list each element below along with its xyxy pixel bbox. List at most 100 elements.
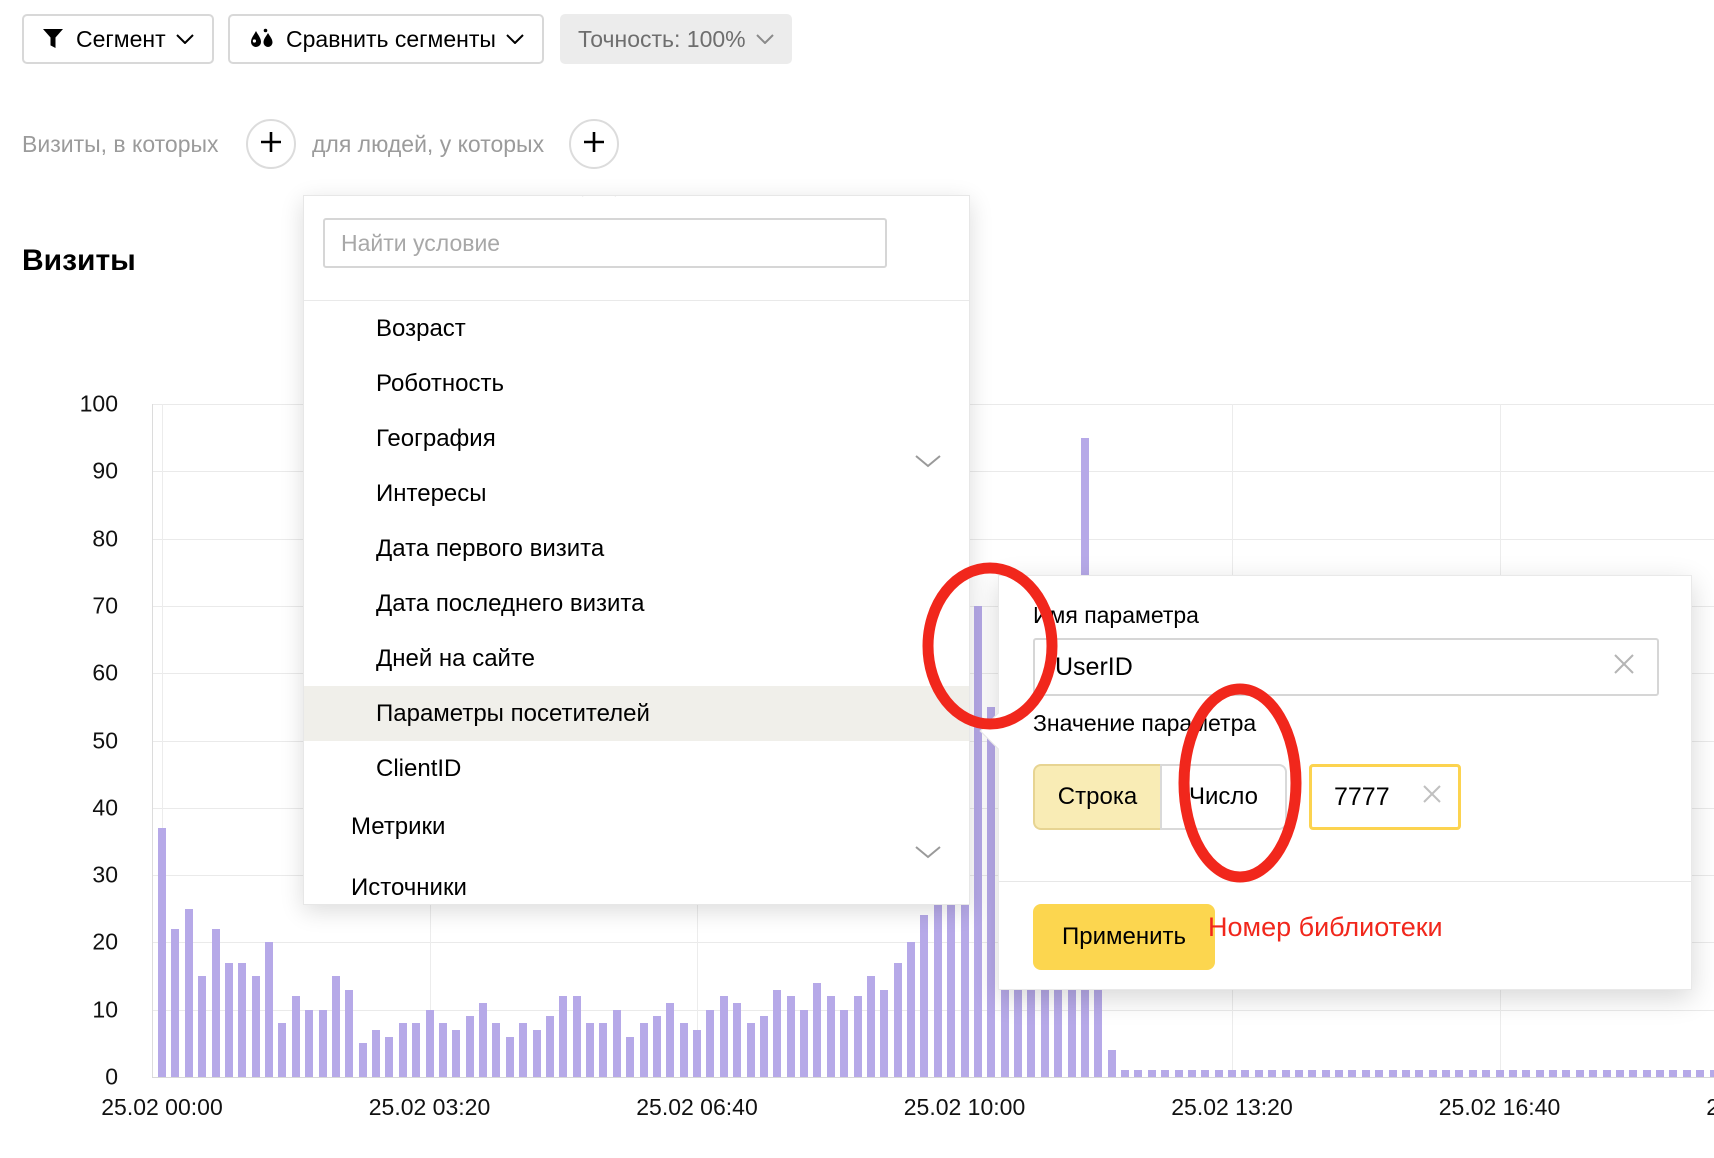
chart-bar[interactable] bbox=[693, 1030, 701, 1077]
chart-bar[interactable] bbox=[466, 1016, 474, 1077]
chart-bar[interactable] bbox=[1134, 1070, 1142, 1077]
chart-bar[interactable] bbox=[974, 606, 982, 1077]
chart-bar[interactable] bbox=[706, 1010, 714, 1077]
chart-bar[interactable] bbox=[559, 996, 567, 1077]
menu-item-days-on-site[interactable]: Дней на сайте bbox=[304, 631, 969, 686]
chart-bar[interactable] bbox=[1282, 1070, 1290, 1077]
menu-item-first-visit-date[interactable]: Дата первого визита bbox=[304, 521, 969, 576]
menu-section-sources[interactable]: Источники bbox=[304, 857, 969, 905]
chart-bar[interactable] bbox=[1469, 1070, 1477, 1077]
chart-bar[interactable] bbox=[225, 963, 233, 1077]
type-option-number[interactable]: Число bbox=[1160, 764, 1287, 830]
chart-bar[interactable] bbox=[1482, 1070, 1490, 1077]
chart-bar[interactable] bbox=[773, 990, 781, 1077]
menu-item-geography[interactable]: География bbox=[304, 411, 969, 466]
chart-bar[interactable] bbox=[1429, 1070, 1437, 1077]
chart-bar[interactable] bbox=[1161, 1070, 1169, 1077]
chart-bar[interactable] bbox=[1562, 1070, 1570, 1077]
chart-bar[interactable] bbox=[1335, 1070, 1343, 1077]
menu-item-age[interactable]: Возраст bbox=[304, 301, 969, 356]
chart-bar[interactable] bbox=[1509, 1070, 1517, 1077]
chart-bar[interactable] bbox=[1228, 1070, 1236, 1077]
chart-bar[interactable] bbox=[1603, 1070, 1611, 1077]
chart-bar[interactable] bbox=[319, 1010, 327, 1077]
chart-bar[interactable] bbox=[1442, 1070, 1450, 1077]
chart-bar[interactable] bbox=[934, 902, 942, 1077]
chart-bar[interactable] bbox=[546, 1016, 554, 1077]
chart-bar[interactable] bbox=[1616, 1070, 1624, 1077]
chart-bar[interactable] bbox=[840, 1010, 848, 1077]
menu-item-last-visit-date[interactable]: Дата последнего визита bbox=[304, 576, 969, 631]
chart-bar[interactable] bbox=[1696, 1070, 1704, 1077]
menu-item-robots[interactable]: Роботность bbox=[304, 356, 969, 411]
chart-bar[interactable] bbox=[1215, 1070, 1223, 1077]
chart-bar[interactable] bbox=[1308, 1070, 1316, 1077]
chart-bar[interactable] bbox=[1389, 1070, 1397, 1077]
chart-bar[interactable] bbox=[238, 963, 246, 1077]
chart-bar[interactable] bbox=[1589, 1070, 1597, 1077]
chart-bar[interactable] bbox=[1175, 1070, 1183, 1077]
chart-bar[interactable] bbox=[265, 942, 273, 1077]
chart-bar[interactable] bbox=[880, 990, 888, 1077]
chart-bar[interactable] bbox=[987, 707, 995, 1077]
chart-bar[interactable] bbox=[680, 1023, 688, 1077]
param-value-input[interactable]: 7777 bbox=[1309, 764, 1461, 830]
chart-bar[interactable] bbox=[1455, 1070, 1463, 1077]
chart-bar[interactable] bbox=[653, 1016, 661, 1077]
chart-bar[interactable] bbox=[1348, 1070, 1356, 1077]
chart-bar[interactable] bbox=[1108, 1050, 1116, 1077]
chart-bar[interactable] bbox=[1669, 1070, 1677, 1077]
chart-bar[interactable] bbox=[666, 1003, 674, 1077]
chart-bar[interactable] bbox=[1629, 1070, 1637, 1077]
chart-bar[interactable] bbox=[158, 828, 166, 1077]
chart-bar[interactable] bbox=[1522, 1070, 1530, 1077]
chart-bar[interactable] bbox=[1656, 1070, 1664, 1077]
chart-bar[interactable] bbox=[1375, 1070, 1383, 1077]
chart-bar[interactable] bbox=[479, 1003, 487, 1077]
clear-icon[interactable] bbox=[1420, 782, 1444, 813]
chart-bar[interactable] bbox=[1496, 1070, 1504, 1077]
chart-bar[interactable] bbox=[1643, 1070, 1651, 1077]
chart-bar[interactable] bbox=[1415, 1070, 1423, 1077]
chart-bar[interactable] bbox=[385, 1037, 393, 1077]
chart-bar[interactable] bbox=[399, 1023, 407, 1077]
chart-bar[interactable] bbox=[198, 976, 206, 1077]
chart-bar[interactable] bbox=[1576, 1070, 1584, 1077]
chart-bar[interactable] bbox=[894, 963, 902, 1077]
chart-bar[interactable] bbox=[760, 1016, 768, 1077]
chart-bar[interactable] bbox=[506, 1037, 514, 1077]
chart-bar[interactable] bbox=[492, 1023, 500, 1077]
chart-bar[interactable] bbox=[1255, 1070, 1263, 1077]
chart-bar[interactable] bbox=[452, 1030, 460, 1077]
menu-section-metrics[interactable]: Метрики bbox=[304, 796, 969, 857]
chart-bar[interactable] bbox=[426, 1010, 434, 1077]
chart-bar[interactable] bbox=[1536, 1070, 1544, 1077]
chart-bar[interactable] bbox=[171, 929, 179, 1077]
chart-bar[interactable] bbox=[747, 1023, 755, 1077]
chart-bar[interactable] bbox=[626, 1037, 634, 1077]
menu-item-visitor-params[interactable]: Параметры посетителей bbox=[304, 686, 969, 741]
chart-bar[interactable] bbox=[439, 1023, 447, 1077]
chart-bar[interactable] bbox=[599, 1023, 607, 1077]
chart-bar[interactable] bbox=[359, 1043, 367, 1077]
apply-button[interactable]: Применить bbox=[1033, 904, 1215, 970]
chart-bar[interactable] bbox=[1268, 1070, 1276, 1077]
chart-bar[interactable] bbox=[640, 1023, 648, 1077]
chart-bar[interactable] bbox=[733, 1003, 741, 1077]
chart-bar[interactable] bbox=[1201, 1070, 1209, 1077]
chart-bar[interactable] bbox=[412, 1023, 420, 1077]
clear-icon[interactable] bbox=[1611, 651, 1637, 684]
chart-bar[interactable] bbox=[613, 1010, 621, 1077]
condition-search-input[interactable] bbox=[323, 218, 887, 268]
chart-bar[interactable] bbox=[867, 976, 875, 1077]
param-name-input[interactable]: UserID bbox=[1033, 638, 1659, 696]
chart-bar[interactable] bbox=[907, 942, 915, 1077]
chart-bar[interactable] bbox=[586, 1023, 594, 1077]
chart-bar[interactable] bbox=[292, 996, 300, 1077]
chart-bar[interactable] bbox=[1322, 1070, 1330, 1077]
chart-bar[interactable] bbox=[533, 1030, 541, 1077]
chart-bar[interactable] bbox=[1710, 1070, 1714, 1077]
chart-bar[interactable] bbox=[1295, 1070, 1303, 1077]
chart-bar[interactable] bbox=[519, 1023, 527, 1077]
chart-bar[interactable] bbox=[1241, 1070, 1249, 1077]
